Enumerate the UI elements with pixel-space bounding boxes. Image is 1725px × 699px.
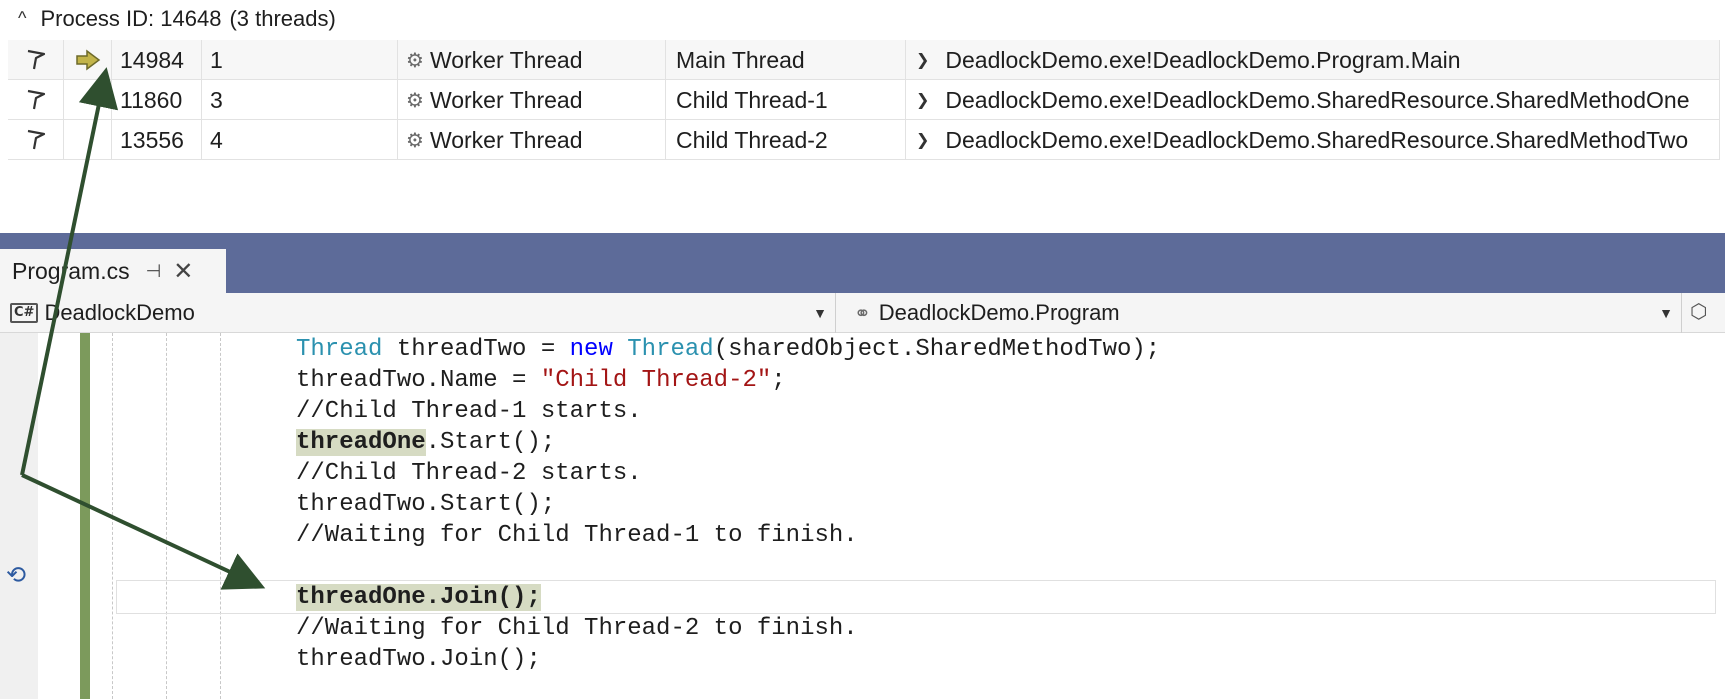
chevron-up-icon[interactable]: ^ [18, 8, 26, 29]
thread-id: 13556 [112, 120, 202, 160]
code-line: threadTwo.Join(); [296, 645, 541, 673]
managed-id: 4 [202, 120, 398, 160]
thread-name: Child Thread-2 [666, 120, 906, 160]
thread-location[interactable]: ❯ DeadlockDemo.exe!DeadlockDemo.Program.… [906, 40, 1720, 80]
chevron-down-icon[interactable]: ❯ [916, 130, 929, 150]
project-label: DeadlockDemo [44, 300, 195, 325]
code-line: //Child Thread-2 starts. [296, 459, 642, 487]
chevron-down-icon[interactable]: ❯ [916, 50, 929, 70]
thread-location[interactable]: ❯ DeadlockDemo.exe!DeadlockDemo.SharedRe… [906, 120, 1720, 160]
dropdown-caret-icon[interactable]: ▼ [813, 305, 827, 321]
threads-grid: 14984 1 ⚙ Worker Thread Main Thread ❯ De… [8, 40, 1720, 160]
thread-count-label: (3 threads) [229, 6, 336, 31]
members-icon[interactable]: ⬡ [1690, 299, 1707, 324]
indent-guide [112, 333, 113, 699]
process-group-header[interactable]: ^ Process ID: 14648 (3 threads) [18, 4, 336, 34]
code-area[interactable]: ⟲ Thread threadTwo = new Thread (sharedOb… [0, 333, 1725, 699]
code-editor: Program.cs ⊣ ✕ C# DeadlockDemo ▼ ⚭ Deadl… [0, 233, 1725, 699]
category-label: Worker Thread [429, 86, 583, 113]
code-line: //Child Thread-1 starts. [296, 397, 642, 425]
type-label: DeadlockDemo.Program [878, 300, 1120, 325]
document-tabstrip: Program.cs ⊣ ✕ [0, 233, 1725, 293]
change-tracking-bar [80, 333, 90, 699]
threads-window: ^ Process ID: 14648 (3 threads) 14984 1 … [0, 0, 1725, 200]
flag-icon[interactable] [26, 89, 46, 111]
thread-name: Main Thread [666, 40, 906, 80]
location-label: DeadlockDemo.exe!DeadlockDemo.SharedReso… [945, 86, 1690, 113]
thread-row-child-1[interactable]: 11860 3 ⚙ Worker Thread Child Thread-1 ❯… [8, 80, 1720, 120]
code-line: threadOne .Start(); [296, 428, 556, 456]
pin-icon[interactable]: ⊣ [146, 261, 162, 282]
thread-name: Child Thread-1 [666, 80, 906, 120]
code-line: Thread threadTwo = new Thread (sharedObje… [296, 335, 1161, 363]
close-icon[interactable]: ✕ [173, 257, 193, 286]
managed-id: 1 [202, 40, 398, 80]
thread-category: ⚙ Worker Thread [398, 120, 666, 160]
thread-id: 14984 [112, 40, 202, 80]
gears-icon: ⚙ [406, 49, 424, 72]
thread-category: ⚙ Worker Thread [398, 40, 666, 80]
location-label: DeadlockDemo.exe!DeadlockDemo.Program.Ma… [945, 46, 1461, 73]
indicator-margin[interactable] [0, 333, 38, 699]
project-dropdown[interactable]: C# DeadlockDemo ▼ [0, 293, 836, 333]
csharp-project-icon: C# [10, 303, 39, 323]
chevron-down-icon[interactable]: ❯ [916, 90, 929, 110]
flag-icon[interactable] [26, 49, 46, 71]
current-thread-cell [64, 40, 112, 80]
flag-cell[interactable] [8, 120, 64, 160]
current-thread-cell [64, 80, 112, 120]
thread-row-main[interactable]: 14984 1 ⚙ Worker Thread Main Thread ❯ De… [8, 40, 1720, 80]
thread-id: 11860 [112, 80, 202, 120]
thread-marker-icon[interactable]: ⟲ [6, 561, 26, 590]
current-thread-cell [64, 120, 112, 160]
dropdown-caret-icon[interactable]: ▼ [1659, 305, 1673, 321]
indent-guide [220, 333, 221, 699]
code-line: //Waiting for Child Thread-1 to finish. [296, 521, 858, 549]
flag-cell[interactable] [8, 40, 64, 80]
category-label: Worker Thread [429, 46, 583, 73]
code-line: //Waiting for Child Thread-2 to finish. [296, 614, 858, 642]
tab-program-cs[interactable]: Program.cs ⊣ ✕ [0, 249, 226, 293]
navigation-bar: C# DeadlockDemo ▼ ⚭ DeadlockDemo.Program… [0, 293, 1725, 333]
managed-id: 3 [202, 80, 398, 120]
class-icon: ⚭ [854, 302, 871, 325]
process-id-label: Process ID: 14648 [40, 6, 222, 31]
code-line: threadTwo.Start(); [296, 490, 556, 518]
current-thread-arrow-icon [75, 49, 100, 71]
flag-icon[interactable] [26, 129, 46, 151]
flag-cell[interactable] [8, 80, 64, 120]
indent-guide [166, 333, 167, 699]
thread-row-child-2[interactable]: 13556 4 ⚙ Worker Thread Child Thread-2 ❯… [8, 120, 1720, 160]
thread-location[interactable]: ❯ DeadlockDemo.exe!DeadlockDemo.SharedRe… [906, 80, 1720, 120]
type-dropdown[interactable]: ⚭ DeadlockDemo.Program ▼ [840, 293, 1682, 333]
current-statement: threadOne.Join(); [296, 583, 541, 611]
code-line: threadTwo.Name = "Child Thread-2"; [296, 366, 786, 394]
tab-label: Program.cs [12, 257, 130, 284]
gears-icon: ⚙ [406, 89, 424, 112]
gears-icon: ⚙ [406, 129, 424, 152]
location-label: DeadlockDemo.exe!DeadlockDemo.SharedReso… [945, 126, 1689, 153]
thread-category: ⚙ Worker Thread [398, 80, 666, 120]
category-label: Worker Thread [429, 126, 583, 153]
